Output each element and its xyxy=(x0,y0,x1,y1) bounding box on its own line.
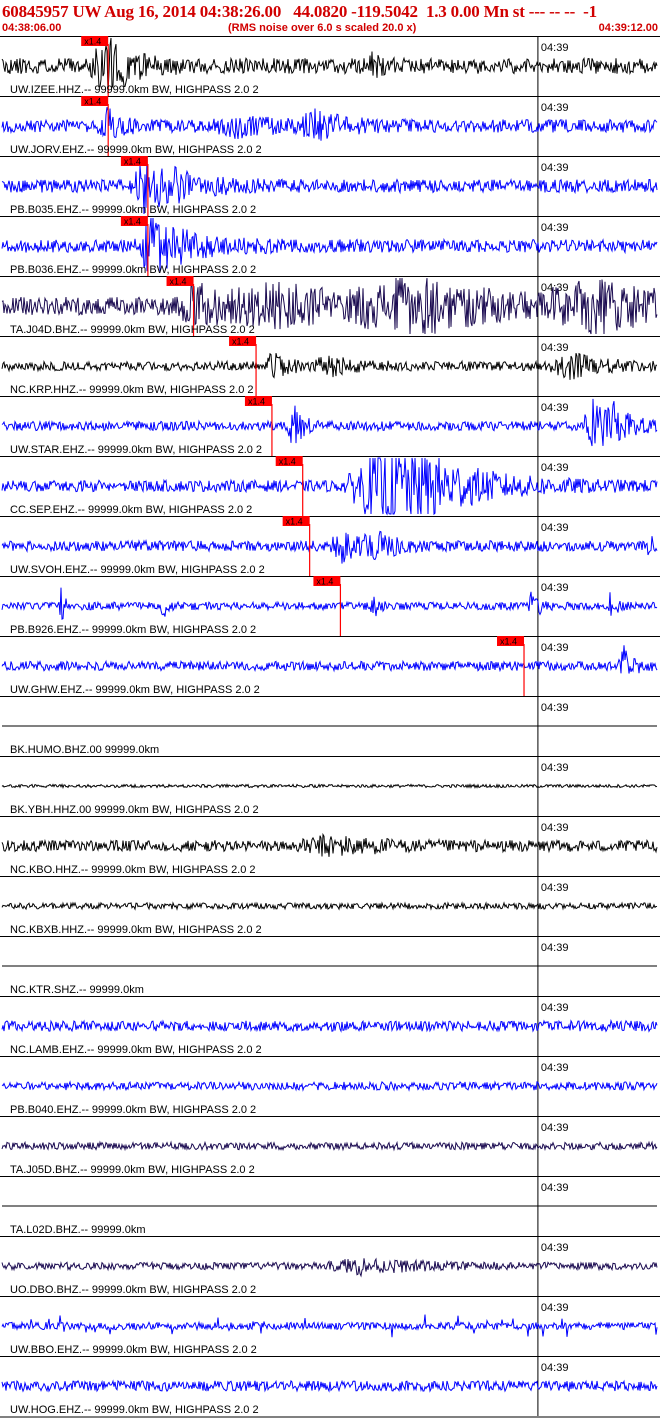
trace-panel: 04:39 UO.DBO.BHZ.-- 99999.0km BW, HIGHPAS… xyxy=(0,1236,660,1296)
waveform xyxy=(1,352,657,380)
station-label: NC.KBO.HHZ.-- 99999.0km BW, HIGHPASS 2.0… xyxy=(10,864,256,876)
trace-panel: 04:39 NC.LAMB.EHZ.-- 99999.0km BW, HIGHPA… xyxy=(0,996,660,1056)
trace-panel: 04:39 BK.HUMO.BHZ.00 99999.0km xyxy=(0,696,660,756)
pick-label: x1.4 xyxy=(232,337,249,347)
waveform xyxy=(1,1140,658,1152)
waveform xyxy=(1,530,658,564)
trace-panel: 04:39 x1.4 UW.STAR.EHZ.-- 99999.0km BW, HI… xyxy=(0,396,660,456)
trace-panel: 04:39 TA.L02D.BHZ.-- 99999.0km xyxy=(0,1176,660,1236)
station-label: NC.KTR.SHZ.-- 99999.0km xyxy=(10,984,144,996)
trace-panel: 04:39 x1.4 TA.J04D.BHZ.-- 99999.0km BW, HI… xyxy=(0,276,660,336)
station-label: UW.JORV.EHZ.-- 99999.0km BW, HIGHPASS 2.… xyxy=(10,144,262,156)
seismogram-traces: 04:39x1.4UW.IZEE.HHZ.-- 99999.0km BW, HI… xyxy=(0,36,660,1418)
pick-label: x1.4 xyxy=(84,97,101,107)
station-label: PB.B040.EHZ.-- 99999.0km BW, HIGHPASS 2.… xyxy=(10,1104,256,1116)
minute-tick-label: 04:39 xyxy=(541,762,569,774)
waveform xyxy=(1,1314,658,1338)
minute-tick-label: 04:39 xyxy=(541,522,569,534)
trace-panel: 04:39 x1.4 PB.B036.EHZ.-- 99999.0km BW, HI… xyxy=(0,216,660,276)
pick-label: x1.4 xyxy=(316,577,333,587)
station-label: UW.BBO.EHZ.-- 99999.0km BW, HIGHPASS 2.0… xyxy=(10,1344,257,1356)
station-label: CC.SEP.EHZ.-- 99999.0km BW, HIGHPASS 2.0… xyxy=(10,504,252,516)
minute-tick-label: 04:39 xyxy=(541,1302,569,1314)
minute-tick-label: 04:39 xyxy=(541,402,569,414)
waveform xyxy=(1,832,658,857)
trace-panel: 04:39 TA.J05D.BHZ.-- 99999.0km BW, HIGHPA… xyxy=(0,1116,660,1176)
station-label: PB.B036.EHZ.-- 99999.0km BW, HIGHPASS 2.… xyxy=(10,264,256,276)
trace-panel: 04:39 PB.B040.EHZ.-- 99999.0km BW, HIGHPA… xyxy=(0,1056,660,1116)
minute-tick-label: 04:39 xyxy=(541,582,569,594)
end-time-label: 04:39:12.00 xyxy=(598,22,658,34)
trace-panel: 04:39 x1.4 UW.GHW.EHZ.-- 99999.0km BW, HIG… xyxy=(0,636,660,696)
minute-tick-label: 04:39 xyxy=(541,1182,569,1194)
pick-label: x1.4 xyxy=(248,397,265,407)
station-label: UW.HOG.EHZ.-- 99999.0km BW, HIGHPASS 2.0… xyxy=(10,1404,259,1416)
pick-label: x1.4 xyxy=(279,457,296,467)
pick-label: x1.4 xyxy=(286,517,303,527)
plot-header: 60845957 UW Aug 16, 2014 04:38:26.00 44.… xyxy=(0,0,660,36)
start-time-label: 04:38:06.00 xyxy=(2,22,62,34)
station-label: UW.GHW.EHZ.-- 99999.0km BW, HIGHPASS 2.0… xyxy=(10,684,260,696)
trace-panel: 04:39 BK.YBH.HHZ.00 99999.0km BW, HIGHPAS… xyxy=(0,756,660,816)
trace-panel: 04:39 NC.KBXB.HHZ.-- 99999.0km BW, HIGHPA… xyxy=(0,876,660,936)
trace-panel: 04:39 x1.4 CC.SEP.EHZ.-- 99999.0km BW, HIG… xyxy=(0,456,660,516)
trace-panel: 04:39 x1.4 UW.JORV.EHZ.-- 99999.0km BW, HI… xyxy=(0,96,660,156)
station-label: BK.YBH.HHZ.00 99999.0km BW, HIGHPASS 2.0… xyxy=(10,804,259,816)
trace-panel: 04:39 UW.BBO.EHZ.-- 99999.0km BW, HIGHPAS… xyxy=(0,1296,660,1356)
pick-label: x1.4 xyxy=(84,37,101,47)
trace-panel: 04:39 x1.4 UW.IZEE.HHZ.-- 99999.0km BW, HI… xyxy=(0,36,660,96)
station-label: NC.LAMB.EHZ.-- 99999.0km BW, HIGHPASS 2.… xyxy=(10,1044,262,1056)
minute-tick-label: 04:39 xyxy=(541,822,569,834)
waveform xyxy=(1,1018,658,1033)
station-label: BK.HUMO.BHZ.00 99999.0km xyxy=(10,744,159,756)
station-label: TA.J05D.BHZ.-- 99999.0km BW, HIGHPASS 2.… xyxy=(10,1164,255,1176)
pick-label: x1.4 xyxy=(124,157,141,167)
waveform xyxy=(1,1379,658,1393)
minute-tick-label: 04:39 xyxy=(541,42,569,54)
minute-tick-label: 04:39 xyxy=(541,342,569,354)
event-title: 60845957 UW Aug 16, 2014 04:38:26.00 44.… xyxy=(2,2,597,21)
minute-tick-label: 04:39 xyxy=(541,1062,569,1074)
station-label: PB.B926.EHZ.-- 99999.0km BW, HIGHPASS 2.… xyxy=(10,624,256,636)
station-label: NC.KBXB.HHZ.-- 99999.0km BW, HIGHPASS 2.… xyxy=(10,924,262,936)
trace-panel: 04:39 NC.KTR.SHZ.-- 99999.0km xyxy=(0,936,660,996)
waveform xyxy=(1,1080,658,1092)
minute-tick-label: 04:39 xyxy=(541,642,569,654)
station-label: UW.SVOH.EHZ.-- 99999.0km BW, HIGHPASS 2.… xyxy=(10,564,265,576)
scaling-note: (RMS noise over 6.0 s scaled 20.0 x) xyxy=(228,22,417,34)
trace-panel: 04:39 NC.KBO.HHZ.-- 99999.0km BW, HIGHPAS… xyxy=(0,816,660,876)
minute-tick-label: 04:39 xyxy=(541,282,569,294)
trace-panel: 04:39 x1.4 UW.SVOH.EHZ.-- 99999.0km BW, HI… xyxy=(0,516,660,576)
minute-tick-label: 04:39 xyxy=(541,702,569,714)
waveform xyxy=(1,1257,658,1278)
trace-panel: 04:39 x1.4 NC.KRP.HHZ.-- 99999.0km BW, HIG… xyxy=(0,336,660,396)
waveform xyxy=(1,901,658,911)
waveform xyxy=(1,783,658,789)
trace-panel: 04:39 x1.4 PB.B926.EHZ.-- 99999.0km BW, HI… xyxy=(0,576,660,636)
minute-tick-label: 04:39 xyxy=(541,882,569,894)
minute-tick-label: 04:39 xyxy=(541,162,569,174)
minute-tick-label: 04:39 xyxy=(541,1002,569,1014)
station-label: TA.L02D.BHZ.-- 99999.0km xyxy=(10,1224,146,1236)
minute-tick-label: 04:39 xyxy=(541,462,569,474)
minute-tick-label: 04:39 xyxy=(541,1362,569,1374)
minute-tick-label: 04:39 xyxy=(541,1122,569,1134)
minute-tick-label: 04:39 xyxy=(541,942,569,954)
station-label: PB.B035.EHZ.-- 99999.0km BW, HIGHPASS 2.… xyxy=(10,204,256,216)
minute-tick-label: 04:39 xyxy=(541,222,569,234)
minute-tick-label: 04:39 xyxy=(541,1242,569,1254)
trace-panel: 04:39 UW.HOG.EHZ.-- 99999.0km BW, HIGHPAS… xyxy=(0,1356,660,1416)
minute-tick-label: 04:39 xyxy=(541,102,569,114)
station-label: TA.J04D.BHZ.-- 99999.0km BW, HIGHPASS 2.… xyxy=(10,324,255,336)
station-label: UO.DBO.BHZ.-- 99999.0km BW, HIGHPASS 2.0… xyxy=(10,1284,256,1296)
station-label: UW.IZEE.HHZ.-- 99999.0km BW, HIGHPASS 2.… xyxy=(10,84,259,96)
pick-label: x1.4 xyxy=(124,217,141,227)
pick-label: x1.4 xyxy=(500,637,517,647)
pick-label: x1.4 xyxy=(170,277,187,287)
station-label: NC.KRP.HHZ.-- 99999.0km BW, HIGHPASS 2.0… xyxy=(10,384,254,396)
station-label: UW.STAR.EHZ.-- 99999.0km BW, HIGHPASS 2.… xyxy=(10,444,262,456)
trace-panel: 04:39 x1.4 PB.B035.EHZ.-- 99999.0km BW, HI… xyxy=(0,156,660,216)
